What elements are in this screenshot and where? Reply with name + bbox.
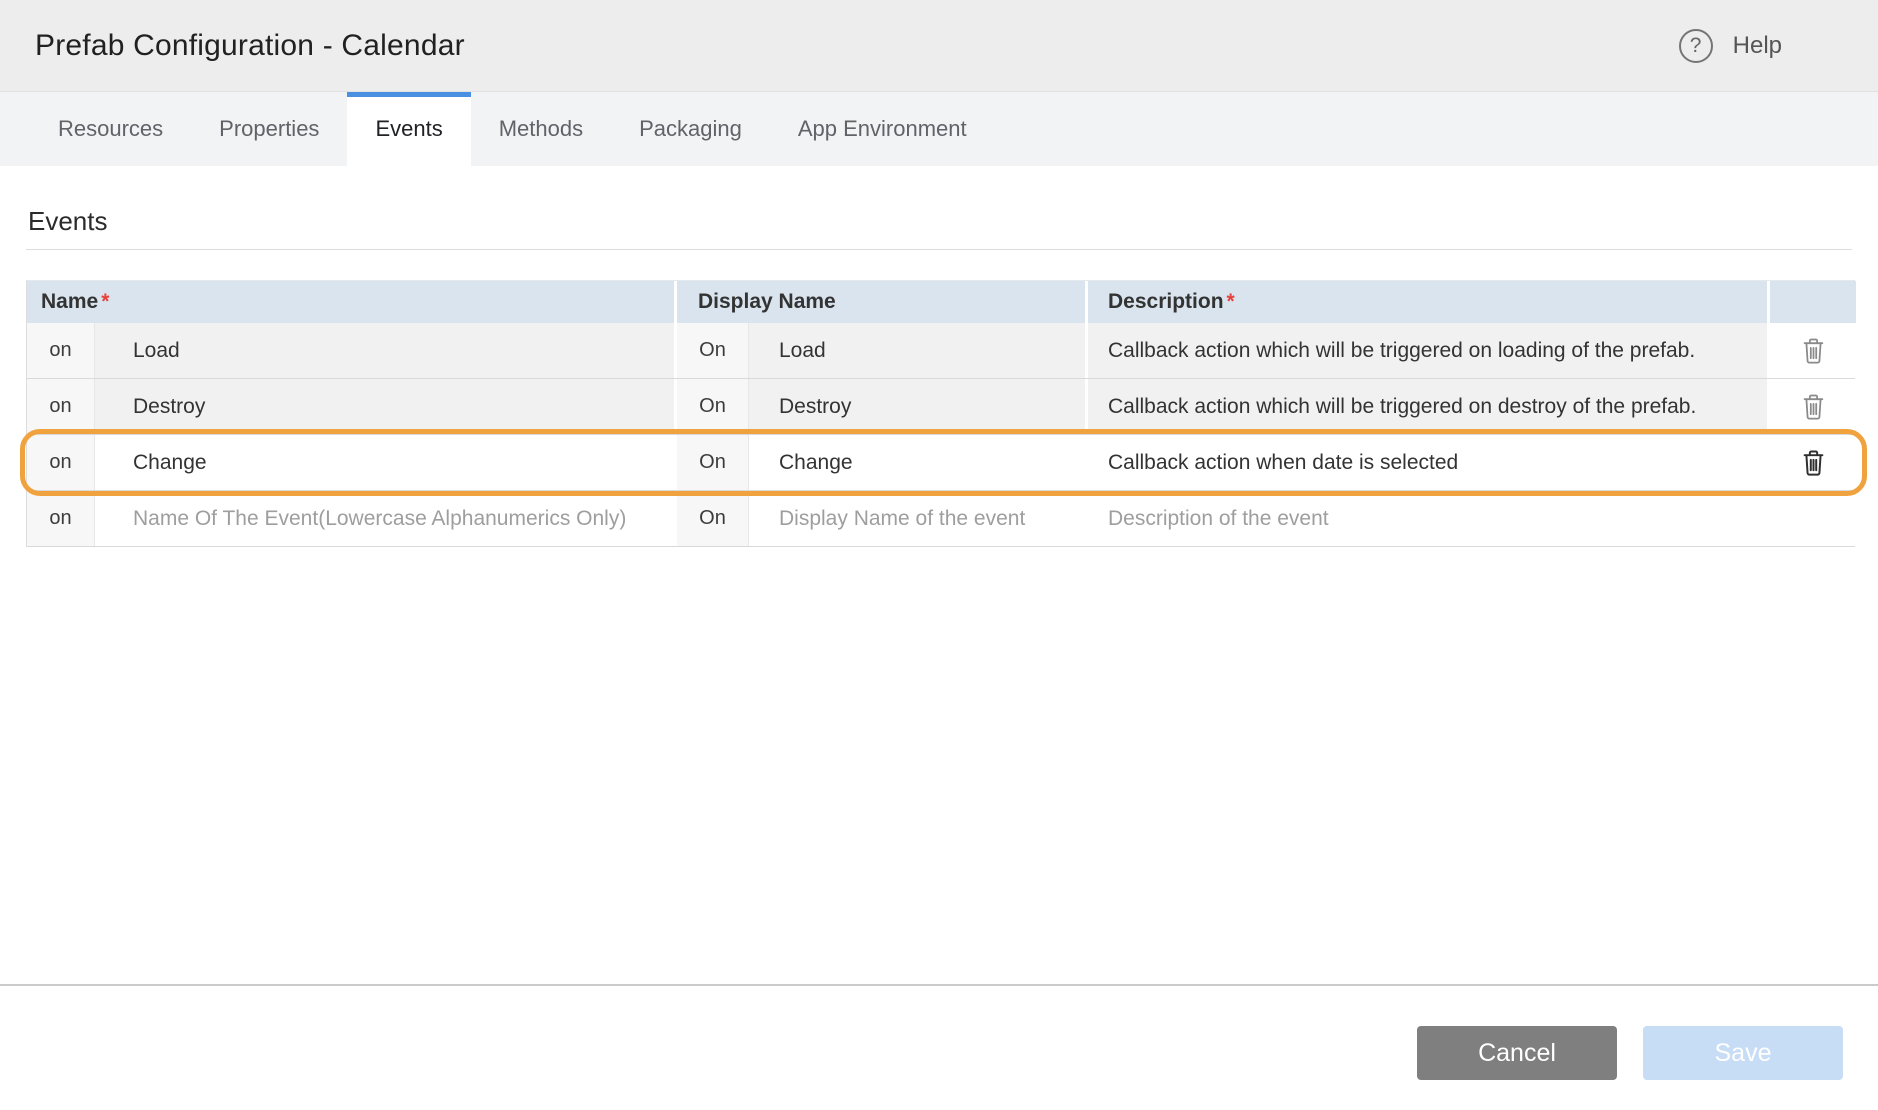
table-header-row: Name * Display Name Description * — [27, 281, 1854, 323]
column-header-name-label: Name — [41, 290, 98, 314]
event-name-input[interactable]: Load — [95, 323, 674, 378]
required-asterisk: * — [1227, 290, 1235, 314]
delete-event-button[interactable] — [1797, 332, 1830, 370]
display-prefix-label: On — [677, 379, 749, 434]
display-name-input[interactable]: Destroy — [749, 379, 1085, 434]
column-header-description: Description * — [1088, 281, 1767, 323]
table-row-load: on Load On Load Callback action which wi… — [27, 323, 1854, 379]
section-divider — [26, 249, 1852, 250]
events-table: Name * Display Name Description * on Loa… — [26, 280, 1855, 547]
name-prefix-label: on — [27, 323, 95, 378]
column-header-display-name-label: Display Name — [698, 290, 836, 314]
event-name-input[interactable]: Destroy — [95, 379, 674, 434]
section-title: Events — [26, 206, 1852, 237]
tab-bar: Resources Properties Events Methods Pack… — [0, 92, 1878, 166]
display-prefix-label: On — [677, 323, 749, 378]
dialog-footer: Cancel Save — [0, 984, 1878, 1080]
trash-icon — [1801, 448, 1826, 478]
tab-app-environment[interactable]: App Environment — [770, 92, 995, 166]
description-input[interactable]: Description of the event — [1088, 491, 1767, 546]
description-input[interactable]: Callback action when date is selected — [1088, 435, 1767, 490]
help-label: Help — [1733, 32, 1782, 60]
table-row-change: on Change On Change Callback action when… — [27, 435, 1854, 491]
help-button[interactable]: ? Help — [1679, 29, 1782, 63]
page-title: Prefab Configuration - Calendar — [35, 29, 465, 63]
event-name-input[interactable]: Change — [95, 435, 674, 490]
help-icon: ? — [1679, 29, 1713, 63]
name-prefix-label: on — [27, 491, 95, 546]
delete-event-button[interactable] — [1797, 388, 1830, 426]
column-header-description-label: Description — [1108, 290, 1224, 314]
name-prefix-label: on — [27, 435, 95, 490]
trash-icon — [1801, 336, 1826, 366]
dialog-header: Prefab Configuration - Calendar ? Help — [0, 0, 1878, 92]
tab-methods[interactable]: Methods — [471, 92, 611, 166]
description-input[interactable]: Callback action which will be triggered … — [1088, 379, 1767, 434]
tab-resources[interactable]: Resources — [30, 92, 191, 166]
display-prefix-label: On — [677, 491, 749, 546]
name-prefix-label: on — [27, 379, 95, 434]
display-prefix-label: On — [677, 435, 749, 490]
column-header-name: Name * — [27, 281, 674, 323]
trash-icon — [1801, 392, 1826, 422]
display-name-input[interactable]: Change — [749, 435, 1085, 490]
delete-event-button[interactable] — [1797, 444, 1830, 482]
event-name-input[interactable]: Name Of The Event(Lowercase Alphanumeric… — [95, 491, 674, 546]
events-panel: Events Name * Display Name Description *… — [0, 166, 1878, 547]
display-name-input[interactable]: Display Name of the event — [749, 491, 1085, 546]
description-input[interactable]: Callback action which will be triggered … — [1088, 323, 1767, 378]
tab-properties[interactable]: Properties — [191, 92, 347, 166]
display-name-input[interactable]: Load — [749, 323, 1085, 378]
table-row-new-event: on Name Of The Event(Lowercase Alphanume… — [27, 491, 1854, 547]
cancel-button[interactable]: Cancel — [1417, 1026, 1617, 1080]
save-button[interactable]: Save — [1643, 1026, 1843, 1080]
required-asterisk: * — [101, 290, 109, 314]
column-header-actions — [1770, 281, 1856, 323]
tab-events[interactable]: Events — [347, 92, 470, 166]
column-header-display-name: Display Name — [677, 281, 1085, 323]
table-row-destroy: on Destroy On Destroy Callback action wh… — [27, 379, 1854, 435]
tab-packaging[interactable]: Packaging — [611, 92, 770, 166]
